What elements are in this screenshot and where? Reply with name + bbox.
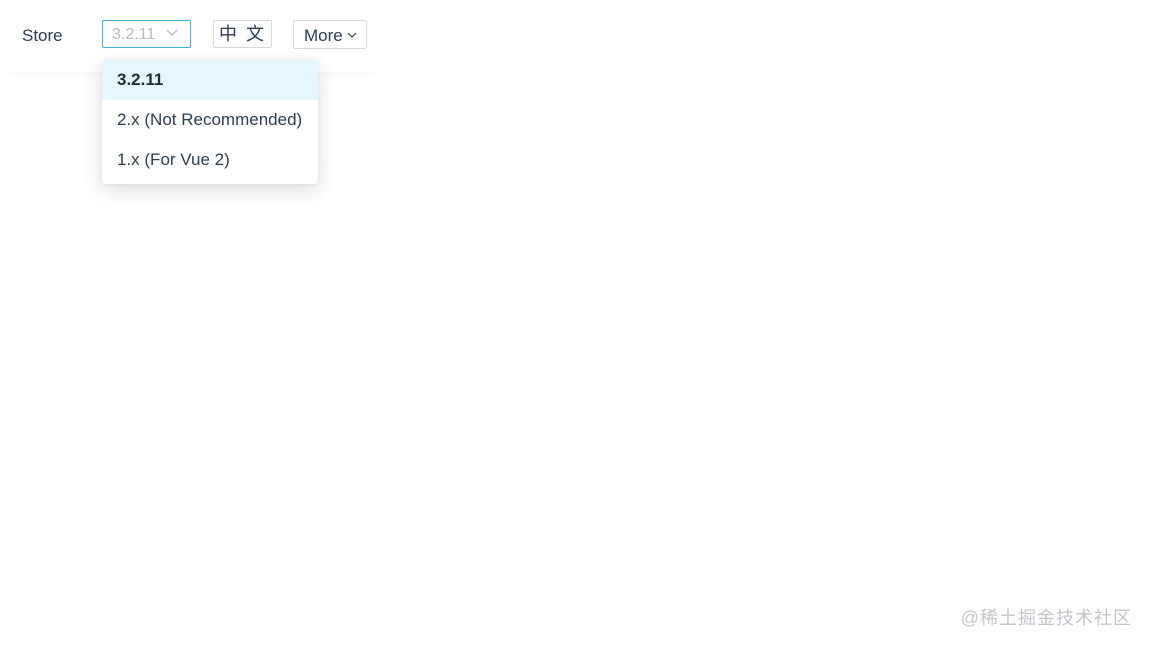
store-label: Store xyxy=(22,26,63,45)
more-button[interactable]: More xyxy=(293,20,367,49)
watermark: @稀土掘金技术社区 xyxy=(960,608,1132,628)
version-option-1x[interactable]: 1.x (For Vue 2) xyxy=(102,140,318,180)
version-option-2x[interactable]: 2.x (Not Recommended) xyxy=(102,100,318,140)
language-toggle-button[interactable]: 中 文 xyxy=(213,20,272,48)
chevron-down-icon xyxy=(347,32,357,38)
version-dropdown-menu: 3.2.11 2.x (Not Recommended) 1.x (For Vu… xyxy=(102,60,318,184)
page: Store 3.2.11 中 文 More 3.2.11 2.x (Not Re… xyxy=(0,0,1152,648)
chevron-down-icon xyxy=(166,29,178,36)
version-select[interactable]: 3.2.11 xyxy=(102,20,191,48)
more-button-label: More xyxy=(304,26,343,45)
version-option-3-2-11[interactable]: 3.2.11 xyxy=(102,60,318,100)
version-select-value: 3.2.11 xyxy=(112,26,156,43)
